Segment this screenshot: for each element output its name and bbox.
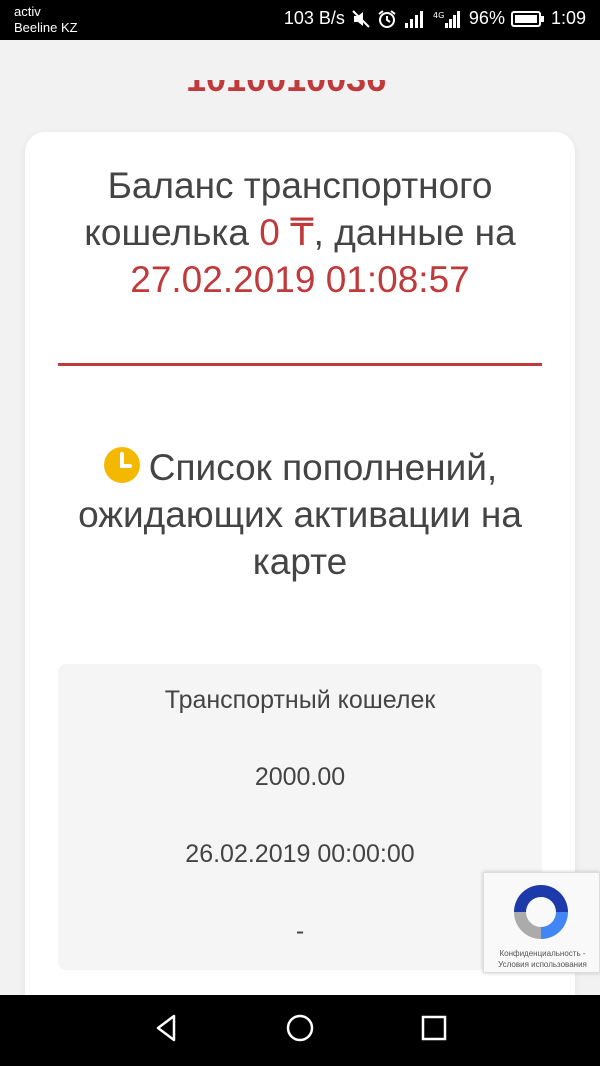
svg-text:4G: 4G: [433, 11, 444, 20]
mute-icon: [352, 9, 370, 28]
recaptcha-icon: [514, 885, 568, 939]
navigation-bar: [0, 995, 600, 1066]
status-bar: activ Beeline KZ 103 B/s 4G 96% 1:09: [0, 0, 600, 40]
alarm-icon: [378, 9, 396, 28]
recents-button[interactable]: [419, 1013, 449, 1043]
balance-amount: 0 ₸: [259, 212, 314, 253]
recaptcha-privacy-link[interactable]: Конфиденциальность: [499, 949, 580, 958]
4g-signal-icon: 4G: [433, 10, 460, 28]
balance-card: Баланс транспортного кошелька 0 ₸, данны…: [25, 132, 575, 995]
topup-amount: 2000.00: [254, 763, 346, 791]
divider: [58, 363, 542, 366]
pending-topups-title: Список пополнений, ожидающих активации н…: [55, 444, 545, 585]
status-indicators: 103 B/s 4G 96% 1:09: [284, 8, 586, 29]
signal-icon: [404, 10, 423, 28]
recaptcha-links: Конфиденциальность - Условия использован…: [484, 948, 600, 970]
battery-percent: 96%: [468, 8, 505, 28]
balance-middle: , данные на: [313, 212, 516, 253]
recaptcha-terms-link[interactable]: Условия использования: [498, 960, 587, 969]
recaptcha-separator: -: [580, 949, 586, 958]
back-button[interactable]: [152, 1013, 182, 1043]
topup-date: 26.02.2019 00:00:00: [185, 840, 415, 868]
topup-status: -: [295, 917, 305, 945]
pending-title-text: Список пополнений, ожидающих активации н…: [78, 447, 522, 582]
balance-datetime: 27.02.2019 01:08:57: [130, 259, 470, 300]
pending-topup-item: Транспортный кошелек 2000.00 26.02.2019 …: [58, 664, 542, 970]
card-number-header: 1010010036: [0, 80, 600, 98]
network-speed: 103 B/s: [283, 8, 345, 28]
recaptcha-badge[interactable]: Конфиденциальность - Условия использован…: [483, 872, 600, 973]
battery-icon: [510, 10, 544, 27]
clock-time: 1:09: [550, 8, 586, 28]
home-button[interactable]: [285, 1013, 315, 1043]
balance-text: Баланс транспортного кошелька 0 ₸, данны…: [45, 162, 555, 303]
page-content: 1010010036 Баланс транспортного кошелька…: [0, 40, 600, 995]
card-number: 1010010036: [186, 80, 386, 98]
topup-wallet: Транспортный кошелек: [164, 686, 436, 714]
clock-icon: [103, 447, 140, 483]
